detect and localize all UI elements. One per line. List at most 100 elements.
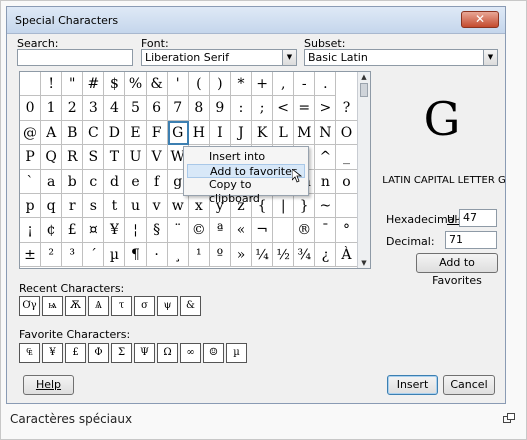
character-cell[interactable]: K (252, 120, 274, 146)
recent-character[interactable]: & (180, 296, 201, 316)
character-cell[interactable]: @ (20, 120, 42, 146)
character-cell[interactable]: u (125, 193, 147, 219)
character-cell[interactable]: ¶ (125, 242, 147, 268)
character-cell[interactable]: ? (336, 96, 358, 121)
character-cell[interactable]: 4 (104, 96, 126, 121)
character-cell[interactable]: ¡ (20, 218, 42, 243)
search-input[interactable] (17, 49, 133, 66)
character-cell[interactable]: 6 (146, 96, 168, 121)
character-cell[interactable]: + (252, 72, 274, 97)
character-cell[interactable]: a (41, 169, 63, 194)
favorite-character[interactable]: ₠ (19, 343, 40, 363)
character-cell[interactable]: º (209, 242, 231, 268)
recent-character[interactable]: ψ (157, 296, 178, 316)
recent-character[interactable]: Ѫ (65, 296, 86, 316)
character-cell[interactable] (20, 72, 42, 97)
ctx-add-to-favorites[interactable]: Add to favorites (187, 164, 305, 178)
favorite-character[interactable]: Ψ (134, 343, 155, 363)
character-cell[interactable]: & (146, 72, 168, 97)
character-cell[interactable]: ª (209, 218, 231, 243)
recent-character[interactable]: τ (111, 296, 132, 316)
scroll-down-icon[interactable]: ▼ (358, 258, 370, 268)
recent-character[interactable]: Ơγ (19, 296, 40, 316)
character-cell[interactable]: 7 (167, 96, 189, 121)
character-cell[interactable]: ( (188, 72, 210, 97)
character-cell[interactable]: o (336, 169, 358, 194)
character-cell[interactable]: » (230, 242, 253, 268)
favorite-character[interactable]: Ω (157, 343, 178, 363)
character-cell[interactable]: ` (20, 169, 42, 194)
character-cell[interactable]: ¢ (41, 218, 63, 243)
character-cell[interactable]: $ (104, 72, 126, 97)
character-cell[interactable]: c (83, 169, 105, 194)
subset-select[interactable]: Basic Latin ▼ (304, 49, 498, 66)
character-cell[interactable]: * (230, 72, 253, 97)
character-cell[interactable]: - (294, 72, 316, 97)
favorite-character[interactable]: ☺ (203, 343, 224, 363)
character-cell[interactable]: µ (104, 242, 126, 268)
character-cell[interactable]: À (336, 242, 358, 268)
character-cell[interactable]: ­ (273, 218, 295, 243)
character-cell[interactable]: A (41, 120, 63, 146)
character-cell[interactable]: ) (209, 72, 231, 97)
character-cell[interactable]: ¬ (252, 218, 274, 243)
favorite-character[interactable]: Σ (111, 343, 132, 363)
ctx-copy-to-clipboard[interactable]: Copy to clipboard (187, 178, 305, 205)
character-cell[interactable]: ¯ (315, 218, 337, 243)
character-cell[interactable]: ´ (83, 242, 105, 268)
character-cell[interactable]: ; (252, 96, 274, 121)
chevron-down-icon[interactable]: ▼ (282, 50, 296, 65)
character-cell[interactable]: U (125, 145, 147, 170)
character-cell[interactable]: ~ (315, 193, 337, 219)
character-cell[interactable]: % (125, 72, 147, 97)
character-cell[interactable]: 8 (188, 96, 210, 121)
character-cell[interactable]: e (125, 169, 147, 194)
character-cell[interactable]: S (83, 145, 105, 170)
favorite-character[interactable]: ¥ (42, 343, 63, 363)
character-cell[interactable]: ¾ (294, 242, 316, 268)
character-cell[interactable]: s (83, 193, 105, 219)
font-select[interactable]: Liberation Serif ▼ (141, 49, 297, 66)
character-cell[interactable]: ° (336, 218, 358, 243)
character-cell[interactable]: p (20, 193, 42, 219)
character-cell[interactable]: } (294, 193, 316, 219)
add-to-favorites-button[interactable]: Add to Favorites (416, 253, 498, 287)
character-cell[interactable] (336, 193, 358, 219)
character-cell[interactable]: £ (62, 218, 84, 243)
character-cell[interactable]: ¤ (83, 218, 105, 243)
character-cell[interactable]: ' (167, 72, 189, 97)
character-cell[interactable]: 9 (209, 96, 231, 121)
character-cell[interactable]: T (104, 145, 126, 170)
character-cell[interactable]: v (146, 193, 168, 219)
grid-scrollbar[interactable]: ▲ ▼ (357, 72, 370, 268)
character-cell[interactable]: © (188, 218, 210, 243)
scroll-thumb[interactable] (360, 83, 368, 97)
character-cell[interactable]: · (146, 242, 168, 268)
character-cell[interactable]: # (83, 72, 105, 97)
character-cell[interactable]: r (62, 193, 84, 219)
character-cell[interactable]: : (230, 96, 253, 121)
insert-button[interactable]: Insert (387, 375, 438, 395)
character-cell[interactable]: ! (41, 72, 63, 97)
character-cell[interactable]: G (167, 120, 189, 146)
favorite-character[interactable]: µ (226, 343, 247, 363)
character-cell[interactable]: R (62, 145, 84, 170)
favorite-character[interactable]: Φ (88, 343, 109, 363)
character-cell[interactable]: _ (336, 145, 358, 170)
character-cell[interactable]: D (104, 120, 126, 146)
character-cell[interactable]: ½ (273, 242, 295, 268)
character-cell[interactable]: q (41, 193, 63, 219)
character-cell[interactable]: = (294, 96, 316, 121)
chevron-down-icon[interactable]: ▼ (483, 50, 497, 65)
character-cell[interactable]: w (167, 193, 189, 219)
character-cell[interactable]: ¹ (188, 242, 210, 268)
recent-character[interactable]: Ѧ (88, 296, 109, 316)
character-cell[interactable]: § (146, 218, 168, 243)
character-cell[interactable]: ¦ (125, 218, 147, 243)
favorite-character[interactable]: ∞ (180, 343, 201, 363)
character-cell[interactable]: ¿ (315, 242, 337, 268)
character-cell[interactable]: t (104, 193, 126, 219)
character-cell[interactable]: b (62, 169, 84, 194)
character-cell[interactable]: H (188, 120, 210, 146)
character-cell[interactable]: ® (294, 218, 316, 243)
